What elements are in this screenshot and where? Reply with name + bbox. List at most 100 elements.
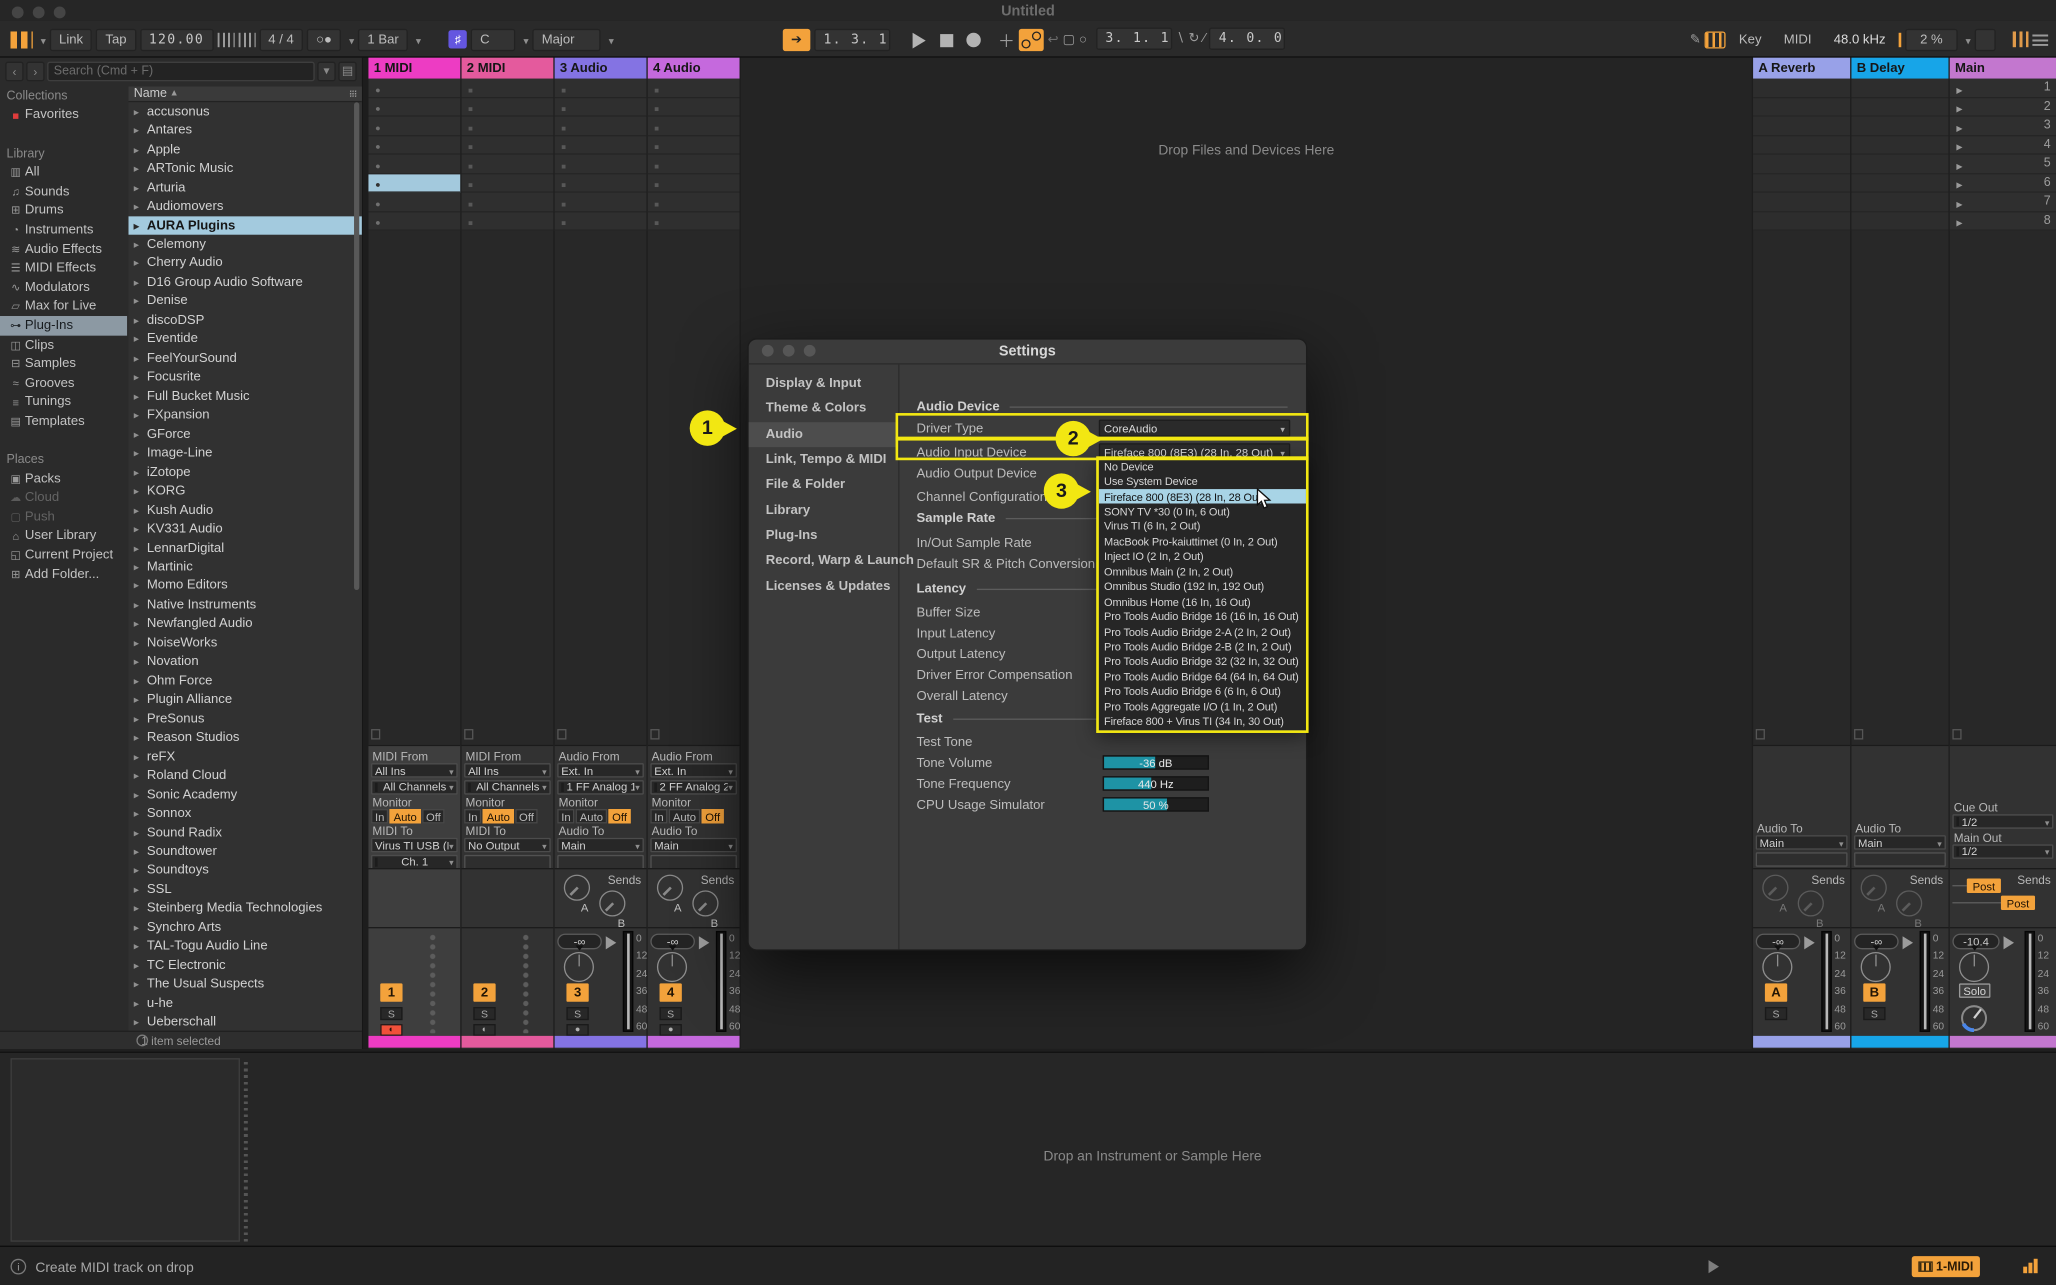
send-b-pre-post-toggle[interactable]: Post — [2001, 896, 2035, 910]
key-map-button[interactable]: Key — [1730, 28, 1771, 50]
sidebar-item[interactable]: Tunings — [0, 393, 127, 412]
main-out-select[interactable]: 1/2 — [1952, 844, 2053, 858]
new-button[interactable]: ＋ — [998, 28, 1015, 53]
clip-slot[interactable] — [555, 212, 647, 231]
dropdown-option[interactable]: Pro Tools Audio Bridge 64 (64 In, 64 Out… — [1099, 669, 1306, 684]
list-item[interactable]: Martinic — [128, 558, 361, 577]
clip-slot[interactable] — [462, 136, 554, 155]
browser-scrollbar[interactable] — [354, 102, 359, 590]
time-signature-field[interactable]: 4 / 4 — [259, 28, 303, 50]
sidebar-item[interactable]: Plug-Ins — [0, 316, 127, 335]
fader-handle-icon[interactable] — [2004, 936, 2014, 949]
scale-root-select[interactable]: C — [471, 28, 516, 50]
list-item[interactable]: Plugin Alliance — [128, 690, 361, 709]
sidebar-item[interactable]: Current Project — [0, 546, 127, 565]
sidebar-item[interactable]: User Library — [0, 527, 127, 546]
clip-slot[interactable] — [648, 174, 740, 193]
slot-stop-strip[interactable] — [464, 729, 473, 739]
empty-slot[interactable] — [1753, 212, 1850, 231]
stop-button[interactable] — [940, 33, 953, 46]
pen-icon[interactable]: ✎ — [1690, 32, 1701, 46]
back-to-arrangement-icon[interactable]: ↩ — [1048, 33, 1059, 47]
volume-knob[interactable] — [564, 952, 594, 982]
dropdown-option[interactable]: Omnibus Main (2 In, 2 Out) — [1099, 564, 1306, 579]
empty-slot[interactable] — [1753, 136, 1850, 155]
track-activator-button[interactable]: 4 — [660, 983, 682, 1001]
sidebar-item[interactable]: Modulators — [0, 278, 127, 297]
list-item[interactable]: Newfangled Audio — [128, 615, 361, 634]
empty-slot[interactable] — [1753, 193, 1850, 212]
clip-slot[interactable] — [555, 174, 647, 193]
follow-button[interactable]: ➔ — [783, 29, 811, 51]
dropdown-option[interactable]: Pro Tools Audio Bridge 6 (6 In, 6 Out) — [1099, 684, 1306, 699]
sidebar-item-favorites[interactable]: Favorites — [0, 106, 127, 125]
list-item[interactable]: AURA Plugins — [128, 216, 361, 235]
empty-slot[interactable] — [1851, 174, 1948, 193]
list-item[interactable]: Momo Editors — [128, 577, 361, 596]
dropdown-option[interactable]: Pro Tools Audio Bridge 16 (16 In, 16 Out… — [1099, 609, 1306, 624]
dropdown-option[interactable]: Pro Tools Audio Bridge 32 (32 In, 32 Out… — [1099, 654, 1306, 669]
list-item[interactable]: Celemony — [128, 235, 361, 254]
return-activator-button[interactable]: A — [1765, 983, 1787, 1001]
list-item[interactable]: NoiseWorks — [128, 633, 361, 652]
search-input[interactable] — [47, 62, 314, 82]
list-item[interactable]: reFX — [128, 747, 361, 766]
sidebar-item[interactable]: Packs — [0, 469, 127, 488]
midi-track-badge[interactable]: 1-MIDI — [1911, 1256, 1980, 1277]
scene-slot[interactable]: 3 — [1950, 117, 2056, 136]
list-item[interactable]: Reason Studios — [128, 728, 361, 747]
dropdown-option[interactable]: No Device — [1099, 459, 1306, 474]
sidebar-item[interactable]: Cloud — [0, 488, 127, 507]
return-track-header[interactable]: A Reverb — [1753, 58, 1850, 79]
list-item[interactable]: Kush Audio — [128, 501, 361, 520]
dropdown-option[interactable]: Inject IO (2 In, 2 Out) — [1099, 549, 1306, 564]
scene-slot[interactable]: 6 — [1950, 174, 2056, 193]
send-a-knob[interactable] — [1861, 875, 1887, 901]
send-a-knob[interactable] — [564, 875, 590, 901]
settings-tab[interactable]: Audio — [749, 422, 898, 447]
audio-channel-select[interactable]: 2 FF Analog 2 — [650, 780, 737, 794]
link-button[interactable]: Link — [50, 28, 92, 50]
volume-knob[interactable] — [1762, 952, 1792, 982]
sidebar-item[interactable]: Drums — [0, 201, 127, 220]
settings-tab[interactable]: Plug-Ins — [749, 523, 898, 548]
sidebar-item[interactable]: Instruments — [0, 220, 127, 239]
empty-slot[interactable] — [1753, 155, 1850, 174]
clip-slot[interactable] — [368, 155, 460, 174]
list-item[interactable]: Steinberg Media Technologies — [128, 899, 361, 918]
list-item[interactable]: Synchro Arts — [128, 918, 361, 937]
empty-slot[interactable] — [1851, 193, 1948, 212]
audio-to-select[interactable]: Main — [650, 838, 737, 852]
list-item[interactable]: Arturia — [128, 178, 361, 197]
list-item[interactable]: Image-Line — [128, 444, 361, 463]
midi-channel-select[interactable]: All Channels — [464, 780, 551, 794]
clip-slot[interactable] — [368, 174, 460, 193]
volume-knob[interactable] — [1861, 952, 1891, 982]
sidebar-item[interactable]: Templates — [0, 412, 127, 431]
panel-resize-handle[interactable] — [244, 1058, 248, 1242]
dropdown-option[interactable]: Pro Tools Audio Bridge 2-B (2 In, 2 Out) — [1099, 639, 1306, 654]
monitor-auto-button[interactable]: Auto — [390, 809, 421, 823]
arm-button[interactable]: ● — [566, 1024, 588, 1036]
nudge-up-icon[interactable] — [238, 32, 255, 46]
monitor-off-button[interactable]: Off — [515, 809, 538, 823]
control-surface-icon[interactable] — [10, 31, 32, 48]
monitor-in-button[interactable]: In — [371, 809, 388, 823]
midi-from-select[interactable]: All Ins — [464, 763, 551, 777]
dropdown-option[interactable]: MacBook Pro-kaiuttimet (0 In, 2 Out) — [1099, 534, 1306, 549]
draw-mode-icon[interactable]: ▢ — [1063, 33, 1075, 47]
settings-tab[interactable]: Record, Warp & Launch — [749, 548, 898, 573]
midi-map-button[interactable]: MIDI — [1775, 28, 1821, 50]
monitor-off-button[interactable]: Off — [608, 809, 631, 823]
clip-slot[interactable] — [648, 155, 740, 174]
empty-slot[interactable] — [1851, 117, 1948, 136]
clip-slot[interactable] — [368, 136, 460, 155]
scale-mode-icon[interactable]: ♯ — [449, 30, 467, 48]
scene-slot[interactable]: 7 — [1950, 193, 2056, 212]
list-item[interactable]: The Usual Suspects — [128, 975, 361, 994]
settings-tab[interactable]: Theme & Colors — [749, 396, 898, 421]
scale-name-select[interactable]: Major — [533, 28, 601, 50]
sidebar-item[interactable]: Push — [0, 508, 127, 527]
clip-slot[interactable] — [648, 212, 740, 231]
clip-slot[interactable] — [368, 212, 460, 231]
